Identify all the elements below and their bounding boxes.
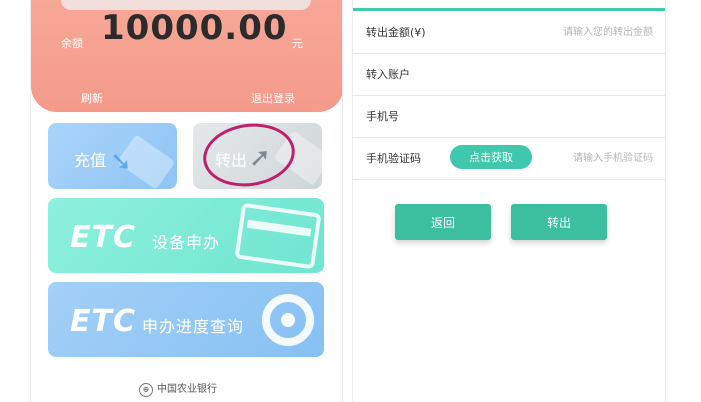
bank-name: 中国农业银行	[157, 384, 217, 395]
target-icon	[262, 294, 314, 346]
sms-code-row: 手机验证码 点击获取	[353, 138, 665, 180]
header-divider	[353, 8, 665, 11]
target-account-row: 转入账户	[353, 54, 665, 96]
get-code-button[interactable]: 点击获取	[450, 145, 532, 169]
arrow-down-right-icon: ➘	[110, 147, 132, 177]
amount-row: 转出金额(¥)	[353, 12, 665, 54]
target-account-input[interactable]	[483, 62, 653, 86]
card-icon	[234, 202, 322, 270]
etc-apply-label: 设备申办	[152, 233, 221, 252]
back-button[interactable]: 返回	[395, 204, 491, 240]
sms-code-label: 手机验证码	[366, 152, 421, 165]
transfer-form-screen: 转出金额(¥) 转入账户 手机号 手机验证码 点击获取 返回 转出	[352, 0, 666, 402]
submit-transfer-button[interactable]: 转出	[511, 204, 607, 240]
etc-device-apply-button[interactable]: ETC 设备申办	[48, 198, 324, 273]
etc-query-label: 申办进度查询	[142, 317, 245, 336]
bank-footer: ⊕ 中国农业银行	[139, 380, 217, 397]
balance-unit: 元	[292, 37, 303, 50]
recharge-button[interactable]: ➘ 充值	[48, 123, 177, 189]
target-account-label: 转入账户	[366, 68, 410, 81]
recharge-label: 充值	[74, 151, 107, 170]
amount-label: 转出金额(¥)	[366, 26, 426, 39]
bank-logo-icon: ⊕	[139, 382, 153, 397]
balance-label: 余额	[61, 37, 83, 50]
balance-card: 余额 10000.00 元 刷新 退出登录	[31, 0, 342, 112]
phone-label: 手机号	[366, 110, 399, 123]
etc-logo: ETC	[70, 304, 136, 339]
etc-logo: ETC	[70, 220, 136, 255]
phone-input[interactable]	[483, 104, 653, 128]
sms-code-input[interactable]	[543, 146, 653, 170]
amount-input[interactable]	[483, 20, 653, 44]
phone-row: 手机号	[353, 96, 665, 138]
refresh-link[interactable]: 刷新	[81, 90, 103, 106]
etc-progress-query-button[interactable]: ETC 申办进度查询	[48, 282, 324, 357]
account-home-screen: 余额 10000.00 元 刷新 退出登录 ➘ 充值 ➚ 转出 ETC 设备申办…	[30, 0, 343, 402]
logout-link[interactable]: 退出登录	[251, 90, 295, 106]
balance-value: 10000.00	[101, 8, 288, 48]
